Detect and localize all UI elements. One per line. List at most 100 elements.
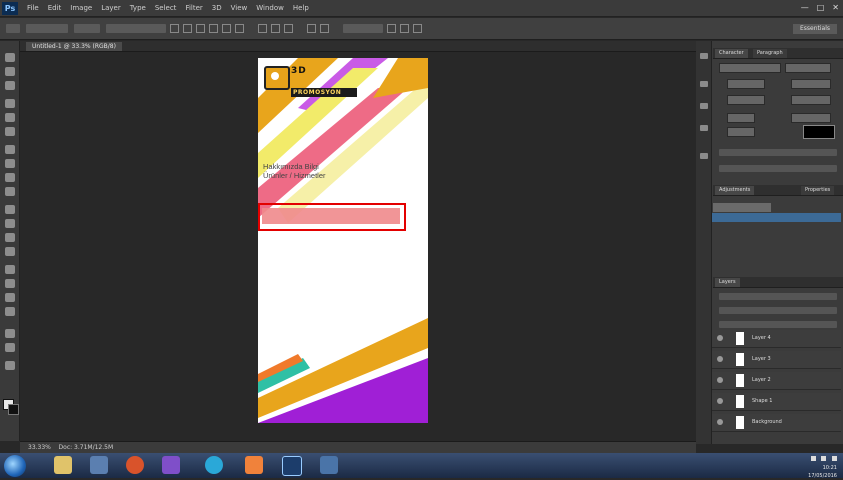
option-field[interactable] bbox=[74, 24, 100, 33]
visibility-eye-icon[interactable] bbox=[717, 377, 723, 383]
edit-toolbar-icon[interactable] bbox=[5, 361, 15, 370]
healing-brush-icon[interactable] bbox=[5, 145, 15, 154]
menu-view[interactable]: View bbox=[231, 4, 248, 12]
font-style-dropdown[interactable] bbox=[785, 63, 831, 73]
eraser-tool-icon[interactable] bbox=[5, 205, 15, 214]
media-player-icon[interactable] bbox=[90, 456, 108, 474]
menu-select[interactable]: Select bbox=[155, 4, 177, 12]
align-middle-icon[interactable] bbox=[222, 24, 231, 33]
maximize-button[interactable]: □ bbox=[817, 3, 825, 12]
leading-field[interactable] bbox=[791, 79, 831, 89]
dodge-tool-icon[interactable] bbox=[5, 247, 15, 256]
layer-row[interactable]: Shape 1 bbox=[712, 393, 841, 411]
flag-icon[interactable] bbox=[832, 456, 837, 461]
option-dropdown[interactable] bbox=[26, 24, 68, 33]
close-button[interactable]: ✕ bbox=[832, 3, 839, 12]
clock-time[interactable]: 10:21 bbox=[807, 464, 837, 472]
network-icon[interactable] bbox=[810, 456, 816, 461]
character-icon[interactable] bbox=[700, 81, 708, 87]
vertical-scale-field[interactable] bbox=[727, 113, 755, 123]
brush-panel-icon[interactable] bbox=[700, 125, 708, 131]
adjustments-icon[interactable] bbox=[700, 153, 708, 159]
clock-date[interactable]: 17/05/2016 bbox=[807, 472, 837, 480]
distribute-icon[interactable] bbox=[271, 24, 280, 33]
font-family-dropdown[interactable] bbox=[719, 63, 781, 73]
tab-paragraph[interactable]: Paragraph bbox=[753, 49, 787, 58]
menu-3d[interactable]: 3D bbox=[212, 4, 222, 12]
marquee-tool-icon[interactable] bbox=[5, 67, 15, 76]
app-window-icon[interactable] bbox=[320, 456, 338, 474]
menu-window[interactable]: Window bbox=[256, 4, 284, 12]
quick-select-tool-icon[interactable] bbox=[5, 99, 15, 108]
blend-mode-bar[interactable] bbox=[719, 307, 837, 314]
visibility-eye-icon[interactable] bbox=[717, 335, 723, 341]
tracking-field[interactable] bbox=[791, 95, 831, 105]
move-tool-icon[interactable] bbox=[5, 53, 15, 62]
eyedropper-tool-icon[interactable] bbox=[5, 127, 15, 136]
chrome-icon[interactable] bbox=[205, 456, 223, 474]
align-top-icon[interactable] bbox=[209, 24, 218, 33]
3d-mode-icon[interactable] bbox=[387, 24, 396, 33]
path-select-icon[interactable] bbox=[5, 293, 15, 302]
layer-row[interactable]: Background bbox=[712, 414, 841, 432]
volume-icon[interactable] bbox=[821, 456, 827, 461]
workspace-switcher[interactable]: Essentials bbox=[793, 24, 837, 34]
tab-adjustments[interactable]: Adjustments bbox=[715, 186, 755, 195]
pen-tool-icon[interactable] bbox=[5, 265, 15, 274]
photoshop-taskbar-icon[interactable] bbox=[282, 456, 302, 476]
3d-mode-icon[interactable] bbox=[307, 24, 316, 33]
opentype-buttons[interactable] bbox=[719, 165, 837, 172]
horizontal-scale-field[interactable] bbox=[791, 113, 831, 123]
history-icon[interactable] bbox=[700, 53, 708, 59]
type-tool-icon[interactable] bbox=[5, 279, 15, 288]
distribute-icon[interactable] bbox=[258, 24, 267, 33]
tab-character[interactable]: Character bbox=[715, 49, 748, 58]
menu-type[interactable]: Type bbox=[130, 4, 146, 12]
baseline-field[interactable] bbox=[727, 127, 755, 137]
menu-image[interactable]: Image bbox=[70, 4, 92, 12]
layer-row[interactable]: Layer 4 bbox=[712, 330, 841, 348]
document-canvas[interactable]: 3D PROMOSYON Hakkımızda Bilgi Ürünler / … bbox=[258, 58, 428, 423]
option-field[interactable] bbox=[343, 24, 383, 33]
3d-mode-icon[interactable] bbox=[400, 24, 409, 33]
menu-filter[interactable]: Filter bbox=[185, 4, 202, 12]
align-right-icon[interactable] bbox=[196, 24, 205, 33]
kerning-field[interactable] bbox=[727, 95, 765, 105]
font-size-field[interactable] bbox=[727, 79, 765, 89]
document-tab[interactable]: Untitled-1 @ 33.3% (RGB/8) bbox=[26, 42, 122, 51]
zoom-level[interactable]: 33.33% bbox=[28, 444, 51, 451]
tab-layers[interactable]: Layers bbox=[715, 278, 740, 287]
clone-stamp-icon[interactable] bbox=[5, 173, 15, 182]
layer-row[interactable]: Layer 2 bbox=[712, 372, 841, 390]
adjustment-highlight[interactable] bbox=[712, 213, 841, 222]
minimize-button[interactable]: — bbox=[801, 3, 809, 12]
visual-studio-icon[interactable] bbox=[162, 456, 180, 474]
crop-tool-icon[interactable] bbox=[5, 113, 15, 122]
blur-tool-icon[interactable] bbox=[5, 233, 15, 242]
menu-layer[interactable]: Layer bbox=[101, 4, 121, 12]
file-explorer-icon[interactable] bbox=[54, 456, 72, 474]
tab-properties[interactable]: Properties bbox=[801, 186, 835, 195]
paragraph-icon[interactable] bbox=[700, 103, 708, 109]
distribute-icon[interactable] bbox=[284, 24, 293, 33]
type-style-buttons[interactable] bbox=[719, 149, 837, 156]
folder-icon[interactable] bbox=[245, 456, 263, 474]
browser-icon[interactable] bbox=[126, 456, 144, 474]
lock-bar[interactable] bbox=[719, 321, 837, 328]
3d-mode-icon[interactable] bbox=[413, 24, 422, 33]
layer-filter-bar[interactable] bbox=[719, 293, 837, 300]
brush-tool-icon[interactable] bbox=[5, 159, 15, 168]
adjustment-item[interactable] bbox=[713, 203, 771, 212]
color-swatch-black[interactable] bbox=[803, 125, 835, 139]
align-left-icon[interactable] bbox=[170, 24, 179, 33]
align-bottom-icon[interactable] bbox=[235, 24, 244, 33]
gradient-tool-icon[interactable] bbox=[5, 219, 15, 228]
align-center-icon[interactable] bbox=[183, 24, 192, 33]
3d-mode-icon[interactable] bbox=[320, 24, 329, 33]
start-button-icon[interactable] bbox=[4, 455, 26, 477]
visibility-eye-icon[interactable] bbox=[717, 398, 723, 404]
menu-edit[interactable]: Edit bbox=[48, 4, 62, 12]
tool-preset-icon[interactable] bbox=[6, 24, 20, 33]
history-brush-icon[interactable] bbox=[5, 187, 15, 196]
zoom-tool-icon[interactable] bbox=[5, 343, 15, 352]
